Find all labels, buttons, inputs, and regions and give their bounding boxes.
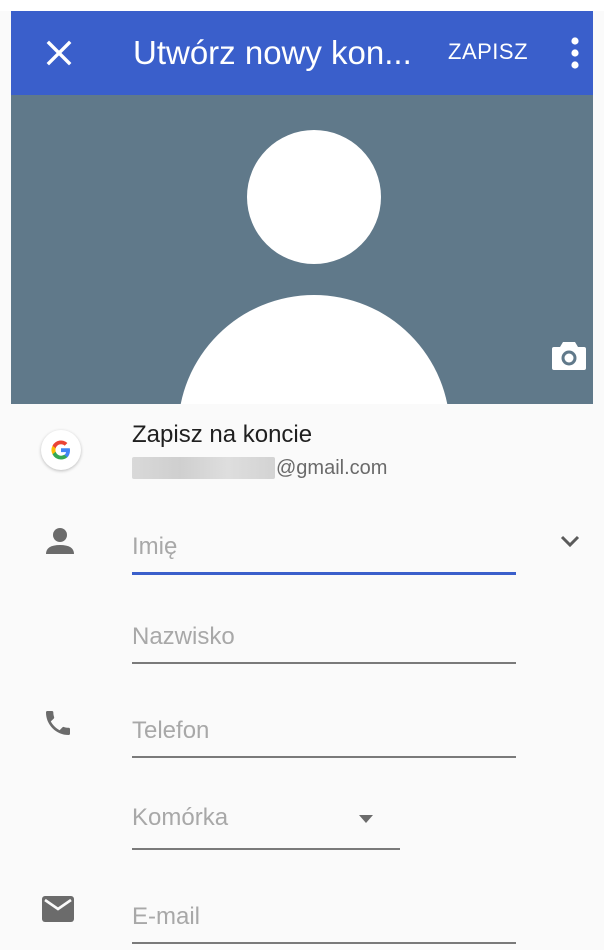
change-photo-button[interactable]: [551, 339, 587, 371]
account-selector[interactable]: Zapisz na koncie @gmail.com: [11, 404, 593, 496]
last-name-field[interactable]: Nazwisko: [132, 612, 516, 664]
person-icon: [46, 528, 74, 554]
account-title: Zapisz na koncie: [132, 421, 313, 448]
more-options-button[interactable]: [565, 33, 585, 73]
account-email: @gmail.com: [132, 456, 387, 480]
close-icon: [46, 40, 72, 66]
phone-type-select[interactable]: Komórka: [132, 798, 400, 850]
dropdown-arrow-icon: [359, 815, 373, 823]
more-vert-icon: [571, 37, 579, 69]
phone-field[interactable]: Telefon: [132, 706, 516, 758]
first-name-placeholder: Imię: [132, 533, 178, 560]
app-bar: Utwórz nowy kon... ZAPISZ: [11, 11, 593, 95]
chevron-down-icon: [560, 535, 580, 548]
email-domain: @gmail.com: [276, 457, 388, 479]
phone-placeholder: Telefon: [132, 717, 210, 744]
avatar-body: [178, 295, 450, 404]
email-icon: [42, 896, 74, 922]
contact-photo-area[interactable]: [11, 95, 593, 404]
redacted-username: [132, 457, 275, 479]
google-logo-icon: [41, 430, 81, 470]
expand-name-button[interactable]: [558, 533, 582, 549]
phone-icon: [46, 711, 70, 735]
email-field[interactable]: E-mail: [132, 892, 516, 944]
status-strip: [0, 0, 604, 11]
close-button[interactable]: [41, 35, 77, 71]
email-placeholder: E-mail: [132, 903, 201, 930]
last-name-placeholder: Nazwisko: [132, 623, 235, 650]
save-button[interactable]: ZAPISZ: [448, 36, 528, 68]
phone-type-value: Komórka: [132, 804, 229, 831]
avatar-head: [247, 130, 381, 264]
create-contact-screen: Utwórz nowy kon... ZAPISZ Zapisz na konc…: [0, 0, 604, 950]
page-title: Utwórz nowy kon...: [133, 35, 412, 71]
first-name-field[interactable]: Imię: [132, 522, 516, 575]
camera-icon: [552, 342, 586, 370]
